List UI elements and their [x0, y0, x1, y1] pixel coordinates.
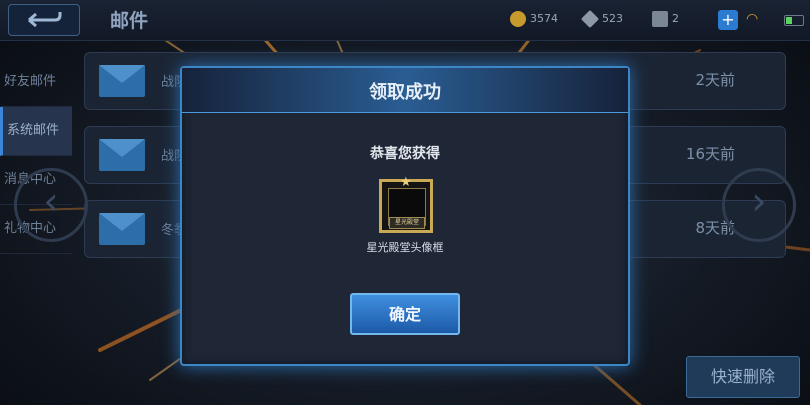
- back-button[interactable]: [8, 4, 80, 36]
- dialog-title: 领取成功: [369, 82, 441, 103]
- top-bar: 邮件 3574 523 2 + ◠: [0, 0, 810, 41]
- gold-value: 3574: [530, 12, 558, 25]
- mail-time: 2天前: [695, 71, 735, 89]
- frame-nameplate: 星光殿堂: [389, 217, 425, 229]
- envelope-icon: [99, 65, 145, 97]
- envelope-icon: [99, 213, 145, 245]
- gold-counter: 3574: [510, 11, 558, 27]
- sidebar-item-friend-mail[interactable]: 好友邮件: [0, 58, 72, 107]
- envelope-icon: [99, 139, 145, 171]
- voucher-value: 2: [672, 12, 679, 25]
- avatar-frame-reward-icon[interactable]: ★ 星光殿堂: [379, 175, 433, 233]
- battery-icon: [784, 15, 804, 26]
- mail-time: 16天前: [685, 145, 735, 163]
- back-arrow-icon: [28, 12, 62, 28]
- next-page-button[interactable]: ›: [722, 168, 796, 242]
- diamond-value: 523: [602, 12, 623, 25]
- voucher-counter: 2: [652, 11, 679, 27]
- reward-name: 星光殿堂头像框: [366, 241, 444, 254]
- wifi-icon: ◠: [746, 11, 759, 27]
- previous-page-button[interactable]: ‹: [14, 168, 88, 242]
- star-icon: ★: [400, 175, 412, 190]
- dialog-header: 领取成功: [182, 68, 628, 113]
- reward-dialog: 领取成功 恭喜您获得 ★ 星光殿堂 星光殿堂头像框 确定: [180, 66, 630, 366]
- page-title: 邮件: [110, 10, 149, 32]
- diamond-counter: 523: [580, 9, 623, 29]
- sidebar-item-system-mail[interactable]: 系统邮件: [0, 107, 72, 156]
- gold-coin-icon: [510, 11, 526, 27]
- confirm-button[interactable]: 确定: [350, 293, 460, 335]
- add-currency-button[interactable]: +: [718, 10, 738, 30]
- voucher-icon: [652, 11, 668, 27]
- quick-delete-button[interactable]: 快速删除: [686, 356, 800, 398]
- diamond-icon: [580, 9, 600, 29]
- congrats-text: 恭喜您获得: [370, 146, 440, 162]
